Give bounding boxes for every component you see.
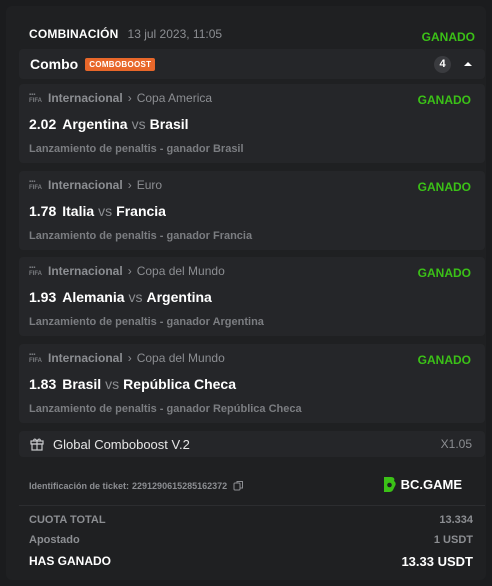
fifa-logo-icon: ▪▪▪ FIFA: [29, 179, 42, 191]
selection-odds: 1.78: [29, 203, 57, 219]
bet-selection-card[interactable]: ▪▪▪ FIFA Internacional › Copa America GAN…: [19, 84, 485, 163]
match-line: 2.02 Argentina vs Brasil: [29, 116, 189, 132]
away-team: República Checa: [123, 376, 236, 392]
total-odds-row: CUOTA TOTAL 13.334: [29, 514, 473, 526]
winnings-row: HAS GANADO 13.33 USDT: [29, 554, 473, 569]
league-name: Internacional: [48, 351, 123, 365]
bet-slip-panel: COMBINACIÓN 13 jul 2023, 11:05 GANADO Co…: [6, 6, 486, 580]
home-team: Alemania: [62, 289, 125, 305]
combo-label: Combo: [30, 56, 79, 72]
comboboost-multiplier: X1.05: [440, 437, 472, 451]
home-team: Argentina: [62, 116, 128, 132]
bet-selection-card[interactable]: ▪▪▪ FIFA Internacional › Copa del Mundo G…: [19, 344, 485, 423]
market-description: Lanzamiento de penaltis - ganador Franci…: [29, 230, 253, 242]
competition-name: Copa America: [136, 91, 213, 105]
fifa-logo-icon: ▪▪▪ FIFA: [29, 92, 42, 104]
total-odds-value: 13.334: [439, 514, 473, 526]
league-name: Internacional: [48, 178, 123, 192]
breadcrumb-separator-icon: ›: [127, 178, 132, 192]
market-description: Lanzamiento de penaltis - ganador Repúbl…: [29, 403, 302, 415]
match-line: 1.83 Brasil vs República Checa: [29, 376, 236, 392]
chevron-up-icon[interactable]: [451, 61, 485, 67]
brand-name: BC.GAME: [400, 477, 462, 492]
ticket-id-row: Identificación de ticket: 22912906152851…: [29, 480, 244, 491]
staked-label: Apostado: [29, 534, 80, 546]
bcgame-logo-icon: [382, 476, 397, 493]
home-team: Italia: [62, 203, 95, 219]
bet-header: COMBINACIÓN 13 jul 2023, 11:05 GANADO: [29, 24, 475, 44]
staked-value: 1 USDT: [433, 534, 473, 546]
bet-status-badge: GANADO: [421, 30, 475, 44]
divider: [19, 505, 485, 506]
selection-count: 4: [434, 55, 451, 73]
bet-type-title: COMBINACIÓN: [29, 27, 119, 41]
selection-status: GANADO: [417, 180, 471, 194]
selection-odds: 2.02: [29, 116, 57, 132]
comboboost-badge: COMBOBOOST: [85, 57, 156, 71]
staked-row: Apostado 1 USDT: [29, 534, 473, 546]
comboboost-label: Global Comboboost V.2: [53, 436, 190, 452]
bet-selection-card[interactable]: ▪▪▪ FIFA Internacional › Copa del Mundo G…: [19, 257, 485, 336]
league-name: Internacional: [48, 91, 123, 105]
competition-name: Euro: [136, 178, 163, 192]
ticket-id-label: Identificación de ticket:: [29, 480, 130, 491]
bet-date: 13 jul 2023, 11:05: [127, 27, 223, 41]
copy-icon[interactable]: [233, 480, 244, 491]
winnings-label: HAS GANADO: [29, 554, 112, 568]
away-team: Argentina: [146, 289, 212, 305]
versus-label: vs: [98, 203, 113, 219]
market-description: Lanzamiento de penaltis - ganador Brasil: [29, 143, 244, 155]
selection-status: GANADO: [417, 353, 471, 367]
versus-label: vs: [131, 116, 146, 132]
total-odds-label: CUOTA TOTAL: [29, 514, 106, 526]
away-team: Francia: [116, 203, 166, 219]
league-name: Internacional: [48, 264, 123, 278]
comboboost-row: Global Comboboost V.2 X1.05: [19, 431, 485, 457]
match-line: 1.93 Alemania vs Argentina: [29, 289, 212, 305]
selection-odds: 1.93: [29, 289, 57, 305]
selection-status: GANADO: [417, 93, 471, 107]
breadcrumb-separator-icon: ›: [127, 264, 132, 278]
home-team: Brasil: [62, 376, 102, 392]
competition-name: Copa del Mundo: [136, 351, 225, 365]
breadcrumb-separator-icon: ›: [127, 91, 132, 105]
bet-selection-card[interactable]: ▪▪▪ FIFA Internacional › Euro GANADO 1.78…: [19, 171, 485, 250]
market-description: Lanzamiento de penaltis - ganador Argent…: [29, 316, 264, 328]
competition-name: Copa del Mundo: [136, 264, 225, 278]
away-team: Brasil: [149, 116, 189, 132]
ticket-id-value: 2291290615285162372: [132, 480, 228, 491]
match-line: 1.78 Italia vs Francia: [29, 203, 166, 219]
brand-logo: BC.GAME: [382, 476, 462, 493]
winnings-value: 13.33 USDT: [401, 554, 473, 569]
gift-icon: [30, 437, 44, 451]
versus-label: vs: [128, 289, 143, 305]
combo-toggle[interactable]: Combo COMBOBOOST 4: [19, 49, 485, 79]
selection-status: GANADO: [417, 266, 471, 280]
fifa-logo-icon: ▪▪▪ FIFA: [29, 352, 42, 364]
breadcrumb-separator-icon: ›: [127, 351, 132, 365]
versus-label: vs: [105, 376, 120, 392]
selection-odds: 1.83: [29, 376, 57, 392]
fifa-logo-icon: ▪▪▪ FIFA: [29, 265, 42, 277]
